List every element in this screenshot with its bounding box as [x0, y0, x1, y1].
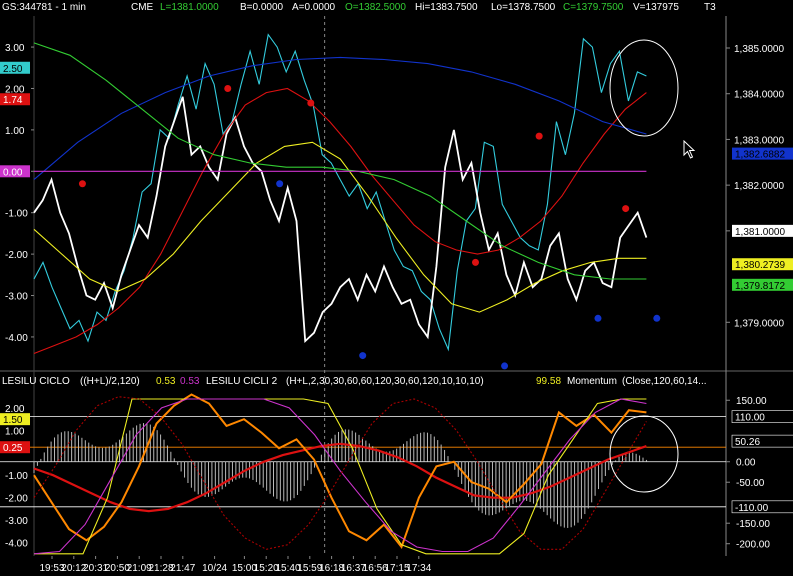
- y-tick-label: 1,382.0000: [734, 181, 784, 192]
- x-tick-label: 21:47: [170, 563, 195, 574]
- y-tick-label: 1,385.0000: [734, 44, 784, 55]
- indicator1-name[interactable]: LESILU CICLO: [2, 374, 70, 390]
- quote-header: GS:344781 - 1 min CME L=1381.0000 B=0.00…: [0, 0, 793, 16]
- chart-canvas: 3.002.001.000.00-1.00-2.00-3.00-4.001,38…: [0, 16, 793, 574]
- indicator1-value2: 0.53: [180, 376, 200, 387]
- indicator2-value: 99.58: [536, 376, 562, 387]
- indicator-header: LESILU CICLO ((H+L)/2,120) 0.53 0.53 LES…: [0, 374, 707, 390]
- right-value-badge: 1,381.0000: [735, 227, 785, 238]
- indicator3-name[interactable]: Momentum: [567, 374, 617, 390]
- indicator1-value: 0.53: [156, 376, 176, 387]
- y-tick-label: -2.00: [5, 250, 28, 261]
- right-value-badge: -110.00: [735, 503, 769, 514]
- y-tick-label: 1.00: [5, 126, 25, 137]
- close-price: C=1379.7500: [563, 2, 624, 13]
- indicator2-params: (H+L,2,30,30,60,60,120,30,60,120,10,10,1…: [286, 376, 484, 387]
- timeframe-label: T3: [704, 2, 716, 13]
- y-tick-label: -1.00: [5, 209, 28, 220]
- y-tick-label: 150.00: [736, 396, 767, 407]
- upper-panel: [0, 16, 793, 368]
- y-tick-label: -3.00: [5, 292, 28, 303]
- swing-high-dot: [224, 84, 232, 92]
- y-tick-label: 1,383.0000: [734, 135, 784, 146]
- y-tick-label: -200.00: [736, 540, 770, 551]
- x-tick-label: 17:34: [406, 563, 431, 574]
- indicator1-params: ((H+L)/2,120): [80, 376, 140, 387]
- y-tick-label: -3.00: [5, 516, 28, 527]
- low-price: Lo=1378.7500: [491, 2, 556, 13]
- right-value-badge: 50.26: [735, 437, 760, 448]
- x-tick-label: 10/24: [202, 563, 227, 574]
- right-value-badge: 110.00: [735, 413, 765, 424]
- right-value-badge: 1,382.6882: [735, 150, 785, 161]
- y-tick-label: -4.00: [5, 333, 28, 344]
- left-value-badge: 0.00: [3, 167, 23, 178]
- symbol-label[interactable]: GS:344781 - 1 min: [2, 0, 86, 16]
- y-tick-label: -2.00: [5, 494, 28, 505]
- y-tick-label: 1.00: [5, 426, 25, 437]
- y-tick-label: -150.00: [736, 519, 770, 530]
- y-tick-label: -1.00: [5, 471, 28, 482]
- y-tick-label: 3.00: [5, 43, 25, 54]
- left-value-badge: 1.74: [3, 95, 23, 106]
- y-tick-label: 0.00: [736, 458, 756, 469]
- y-tick-label: 1,384.0000: [734, 90, 784, 101]
- y-tick-label: -50.00: [736, 478, 765, 489]
- y-tick-label: -4.00: [5, 539, 28, 550]
- left-value-badge: 2.50: [3, 64, 23, 75]
- right-value-badge: 1,379.8172: [735, 281, 785, 292]
- y-tick-label: 1,379.0000: [734, 318, 784, 329]
- swing-high-dot: [622, 205, 630, 213]
- swing-high-dot: [471, 258, 479, 266]
- high-price: Hi=1383.7500: [415, 2, 478, 13]
- swing-low-dot: [594, 314, 602, 322]
- open-price: O=1382.5000: [345, 2, 406, 13]
- swing-high-dot: [307, 99, 315, 107]
- indicator3-params: (Close,120,60,14...: [622, 376, 707, 387]
- swing-high-dot: [535, 132, 543, 140]
- swing-high-dot: [78, 180, 86, 188]
- swing-low-dot: [653, 314, 661, 322]
- swing-low-dot: [276, 180, 284, 188]
- indicator2-name[interactable]: LESILU CICLI 2: [206, 374, 277, 390]
- exchange-label: CME: [131, 2, 154, 13]
- left-value-badge: 1.50: [3, 415, 23, 426]
- right-value-badge: 1,380.2739: [735, 260, 785, 271]
- swing-low-dot: [359, 352, 367, 360]
- volume-value: V=137975: [633, 2, 679, 13]
- last-price: L=1381.0000: [160, 2, 219, 13]
- ask-price: A=0.0000: [292, 2, 336, 13]
- left-value-badge: 0.25: [3, 443, 23, 454]
- swing-low-dot: [501, 362, 509, 370]
- bid-price: B=0.0000: [240, 2, 284, 13]
- mouse-pointer-icon: [683, 140, 696, 159]
